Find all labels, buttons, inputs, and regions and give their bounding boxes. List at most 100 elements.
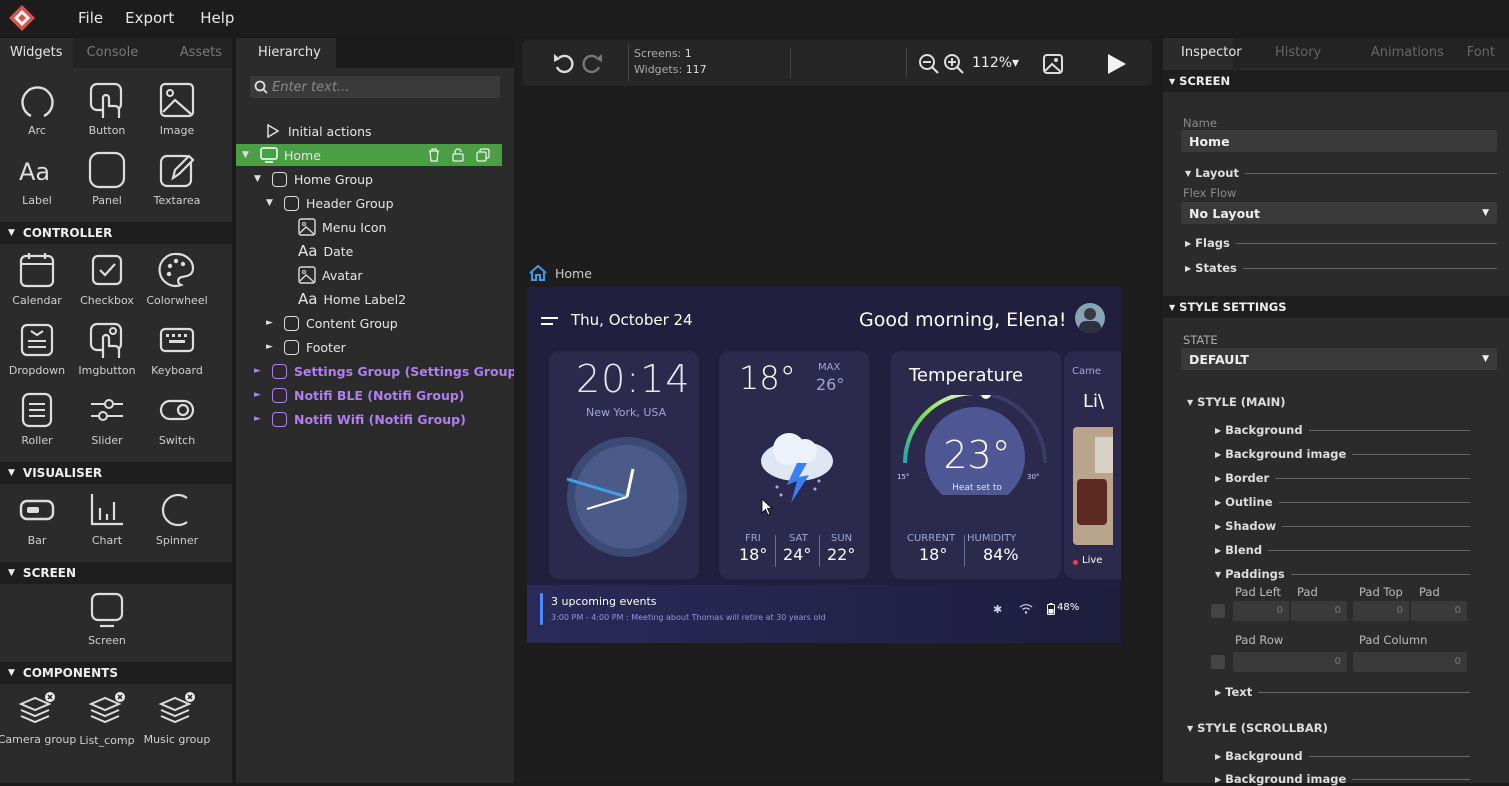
widget-screen[interactable]: Screen — [72, 590, 142, 660]
prop-background[interactable]: ▶ Background — [1215, 423, 1470, 437]
inspector-panel: Inspector History Animations Font ▼ SCREE… — [1163, 38, 1509, 786]
tree-item-settings-group[interactable]: ► Settings Group (Settings Group) — [254, 360, 522, 382]
widget-image[interactable]: Image — [142, 80, 212, 150]
prop-background-image[interactable]: ▶ Background image — [1215, 447, 1470, 461]
prop-paddings[interactable]: ▼ Paddings — [1215, 567, 1470, 581]
tree-item-home[interactable]: ▼ Home — [236, 144, 502, 166]
tree-item-date[interactable]: Aa Date — [298, 240, 353, 262]
paddings-checkbox[interactable] — [1211, 604, 1225, 618]
tab-history[interactable]: History — [1233, 38, 1361, 68]
widget-slider[interactable]: Slider — [72, 390, 142, 460]
tree-item-content-group[interactable]: ► Content Group — [266, 312, 398, 334]
hierarchy-search[interactable]: Enter text... — [250, 76, 500, 98]
flags-section[interactable]: ▶ Flags — [1185, 236, 1497, 250]
widget-calendar[interactable]: Calendar — [2, 250, 72, 320]
menu-export[interactable]: Export — [125, 9, 174, 27]
section-components[interactable]: ▼ COMPONENTS — [0, 662, 232, 684]
section-visualiser[interactable]: ▼ VISUALISER — [0, 462, 232, 484]
play-outline-icon — [267, 124, 280, 138]
zoom-dropdown[interactable]: 112%▾ — [972, 55, 1019, 71]
name-input[interactable]: Home — [1181, 130, 1497, 152]
menu-file[interactable]: File — [78, 9, 103, 27]
states-section[interactable]: ▶ States — [1185, 261, 1497, 275]
section-controller[interactable]: ▼ CONTROLLER — [0, 222, 232, 244]
widget-arc[interactable]: Arc — [2, 80, 72, 150]
pad-column-input[interactable]: 0 — [1353, 652, 1467, 672]
prop-blend[interactable]: ▶ Blend — [1215, 543, 1470, 557]
tab-hierarchy[interactable]: Hierarchy — [236, 38, 336, 68]
tree-item-header-group[interactable]: ▼ Header Group — [266, 192, 394, 214]
unlock-icon[interactable] — [452, 148, 464, 162]
prop-text[interactable]: ▶ Text — [1215, 685, 1470, 699]
section-style-settings[interactable]: ▼ STYLE SETTINGS — [1163, 296, 1509, 318]
tree-item-home-group[interactable]: ▼ Home Group — [254, 168, 373, 190]
pad-right-input[interactable]: 0 — [1291, 601, 1347, 621]
tree-item-home-label2[interactable]: Aa Home Label2 — [298, 288, 406, 310]
redo-icon[interactable] — [580, 52, 604, 74]
state-select[interactable]: DEFAULT ▼ — [1181, 348, 1497, 370]
search-input[interactable]: Enter text... — [272, 80, 349, 95]
device-screen[interactable]: Thu, October 24 Good morning, Elena! 20:… — [527, 287, 1121, 643]
section-screen[interactable]: ▼ SCREEN — [0, 562, 232, 584]
pad-row-input[interactable]: 0 — [1233, 652, 1347, 672]
widget-colorwheel[interactable]: Colorwheel — [142, 250, 212, 320]
pad-left-input[interactable]: 0 — [1233, 601, 1289, 621]
tree-item-notifi-wifi[interactable]: ► Notifi Wifi (Notifi Group) — [254, 408, 466, 430]
undo-icon[interactable] — [552, 52, 576, 74]
menu-help[interactable]: Help — [200, 9, 234, 27]
layout-section[interactable]: ▼ Layout — [1185, 166, 1497, 180]
prop-shadow[interactable]: ▶ Shadow — [1215, 519, 1470, 533]
widget-switch[interactable]: Switch — [142, 390, 212, 460]
arc-icon — [17, 80, 57, 120]
tab-inspector[interactable]: Inspector — [1163, 38, 1242, 68]
textarea-icon — [157, 150, 197, 190]
widget-checkbox[interactable]: Checkbox — [72, 250, 142, 320]
tab-font[interactable]: Font — [1457, 38, 1509, 68]
flex-flow-select[interactable]: No Layout ▼ — [1181, 202, 1497, 224]
tab-animations[interactable]: Animations — [1361, 38, 1457, 68]
play-icon[interactable] — [1105, 53, 1127, 75]
thermo-max: 30° — [1027, 473, 1040, 481]
preview-image-icon[interactable] — [1042, 53, 1064, 75]
widget-label: Keyboard — [151, 364, 203, 377]
scrollbar-background[interactable]: ▶ Background — [1215, 749, 1470, 763]
widget-textarea[interactable]: Textarea — [142, 150, 212, 220]
component-list-comp[interactable]: List_comp — [72, 690, 142, 760]
tab-assets[interactable]: Assets — [152, 38, 232, 68]
widget-label[interactable]: Aa Label — [2, 150, 72, 220]
style-scrollbar-section[interactable]: ▼ STYLE (SCROLLBAR) — [1187, 721, 1328, 735]
widget-button[interactable]: Button — [72, 80, 142, 150]
component-camera-group[interactable]: Camera group — [0, 690, 76, 760]
tab-widgets[interactable]: Widgets — [0, 38, 73, 68]
zoom-in-icon[interactable] — [943, 53, 965, 75]
pad-top-input[interactable]: 0 — [1353, 601, 1409, 621]
zoom-out-icon[interactable] — [918, 53, 940, 75]
section-screen[interactable]: ▼ SCREEN — [1163, 70, 1509, 92]
weather-temp: 18° — [739, 359, 796, 397]
tree-item-footer[interactable]: ► Footer — [266, 336, 346, 358]
widget-imgbutton[interactable]: Imgbutton — [72, 320, 142, 390]
widget-spinner[interactable]: Spinner — [142, 490, 212, 560]
widget-bar[interactable]: Bar — [2, 490, 72, 560]
current-value: 18° — [919, 545, 948, 564]
tab-console[interactable]: Console — [73, 38, 153, 68]
widget-dropdown[interactable]: Dropdown — [2, 320, 72, 390]
prop-outline[interactable]: ▶ Outline — [1215, 495, 1470, 509]
widget-keyboard[interactable]: Keyboard — [142, 320, 212, 390]
pad-bottom-input[interactable]: 0 — [1411, 601, 1467, 621]
canvas-breadcrumb[interactable]: Home — [529, 265, 592, 281]
style-main-section[interactable]: ▼ STYLE (MAIN) — [1187, 395, 1286, 409]
trash-icon[interactable] — [428, 148, 440, 162]
tree-item-notifi-ble[interactable]: ► Notifi BLE (Notifi Group) — [254, 384, 465, 406]
tree-item-menu-icon[interactable]: Menu Icon — [298, 216, 386, 238]
prop-border[interactable]: ▶ Border — [1215, 471, 1470, 485]
pad-gap-checkbox[interactable] — [1211, 655, 1225, 669]
component-music-group[interactable]: Music group — [142, 690, 212, 760]
copy-icon[interactable] — [476, 148, 490, 162]
widget-roller[interactable]: Roller — [2, 390, 72, 460]
widget-panel[interactable]: Panel — [72, 150, 142, 220]
scrollbar-background-image[interactable]: ▶ Background image — [1215, 772, 1470, 786]
tree-item-avatar[interactable]: Avatar — [298, 264, 363, 286]
widget-chart[interactable]: Chart — [72, 490, 142, 560]
tree-item-initial-actions[interactable]: Initial actions — [266, 120, 372, 142]
